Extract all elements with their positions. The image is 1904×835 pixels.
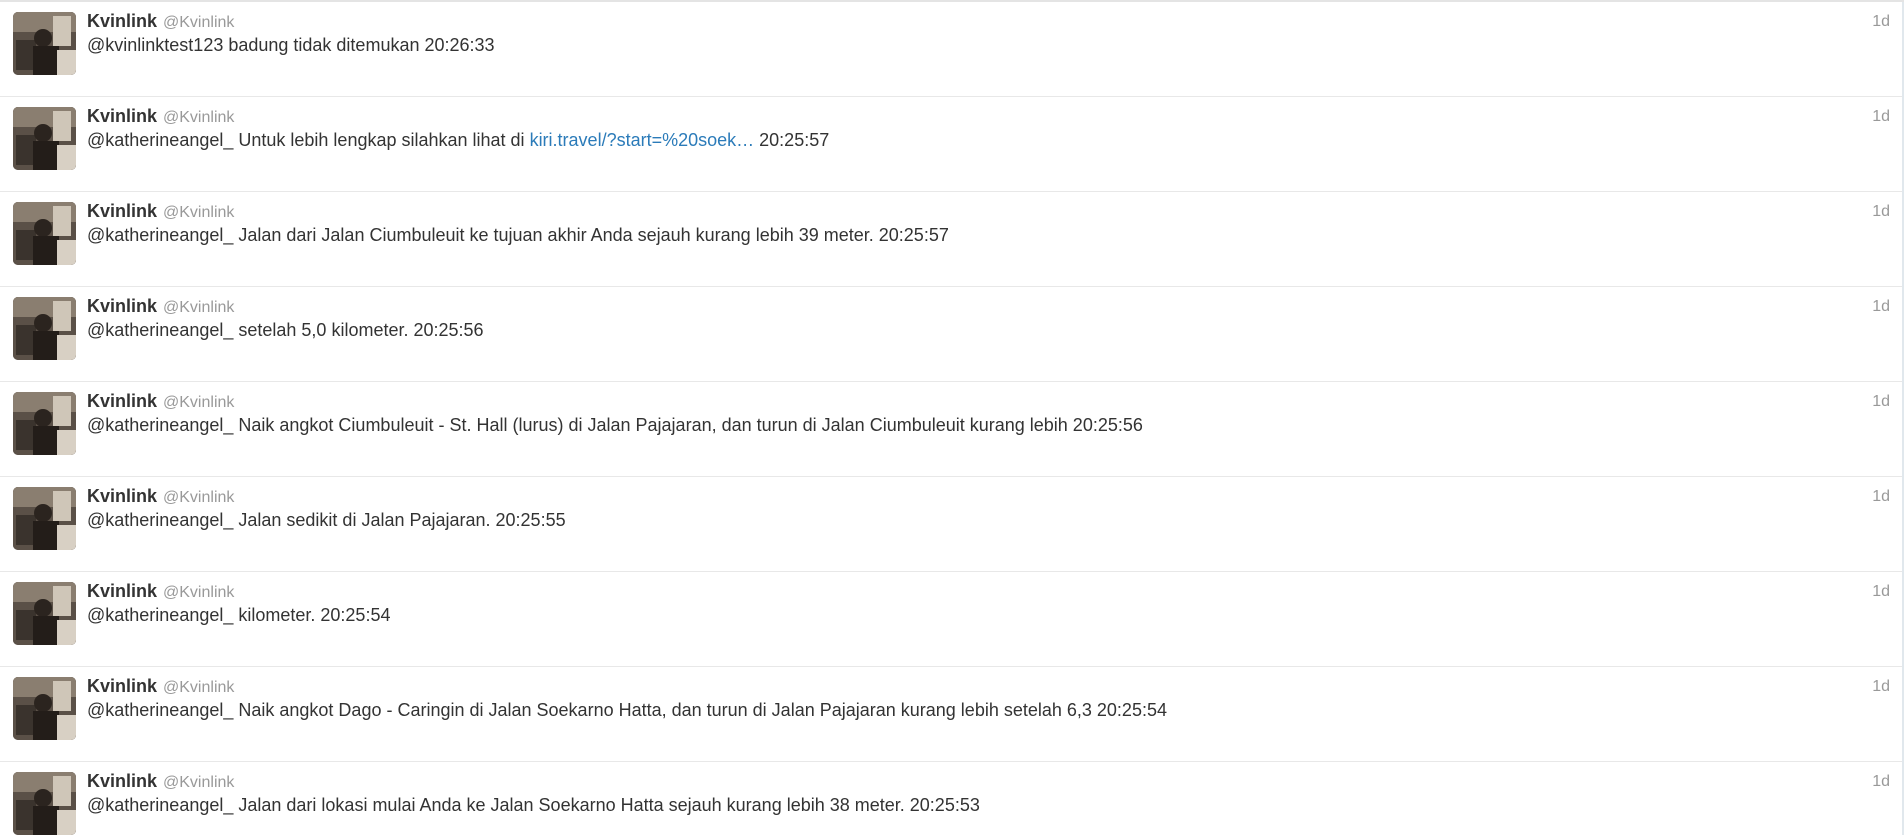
tweet-item[interactable]: Kvinlink @Kvinlink @katherineangel_ kilo… (0, 572, 1904, 667)
tweet-text: @kvinlinktest123 badung tidak ditemukan … (87, 34, 1884, 57)
tweet-content: Kvinlink @Kvinlink @katherineangel_ Jala… (87, 486, 1884, 532)
tweet-content: Kvinlink @Kvinlink @katherineangel_ Jala… (87, 771, 1884, 817)
tweet-header: Kvinlink @Kvinlink (87, 11, 1884, 33)
avatar[interactable] (13, 582, 76, 645)
tweet-text-part: @katherineangel_ kilometer. 20:25:54 (87, 605, 391, 625)
avatar[interactable] (13, 772, 76, 835)
tweet-header: Kvinlink @Kvinlink (87, 106, 1884, 128)
avatar[interactable] (13, 677, 76, 740)
tweet-text: @katherineangel_ Naik angkot Ciumbuleuit… (87, 414, 1884, 437)
tweet-timestamp[interactable]: 1d (1872, 203, 1890, 221)
tweet-timestamp[interactable]: 1d (1872, 13, 1890, 31)
tweet-text-part: 20:25:57 (754, 130, 830, 150)
tweet-header: Kvinlink @Kvinlink (87, 676, 1884, 698)
author-name[interactable]: Kvinlink (87, 296, 157, 317)
tweet-text: @katherineangel_ Jalan dari lokasi mulai… (87, 794, 1884, 817)
tweet-text-part: @katherineangel_ setelah 5,0 kilometer. … (87, 320, 484, 340)
tweet-item[interactable]: Kvinlink @Kvinlink @katherineangel_ Jala… (0, 762, 1904, 835)
tweet-text: @katherineangel_ Jalan sedikit di Jalan … (87, 509, 1884, 532)
author-handle[interactable]: @Kvinlink (163, 679, 234, 697)
author-name[interactable]: Kvinlink (87, 201, 157, 222)
tweet-text-part: @katherineangel_ Naik angkot Dago - Cari… (87, 700, 1167, 720)
tweet-item[interactable]: Kvinlink @Kvinlink @katherineangel_ Naik… (0, 382, 1904, 477)
tweet-header: Kvinlink @Kvinlink (87, 391, 1884, 413)
avatar[interactable] (13, 12, 76, 75)
author-handle[interactable]: @Kvinlink (163, 489, 234, 507)
author-handle[interactable]: @Kvinlink (163, 299, 234, 317)
tweet-timestamp[interactable]: 1d (1872, 393, 1890, 411)
tweet-item[interactable]: Kvinlink @Kvinlink @kvinlinktest123 badu… (0, 2, 1904, 97)
tweet-text-part: @katherineangel_ Jalan dari lokasi mulai… (87, 795, 980, 815)
author-handle[interactable]: @Kvinlink (163, 394, 234, 412)
tweet-content: Kvinlink @Kvinlink @katherineangel_ kilo… (87, 581, 1884, 627)
tweet-item[interactable]: Kvinlink @Kvinlink @katherineangel_ Jala… (0, 477, 1904, 572)
tweet-item[interactable]: Kvinlink @Kvinlink @katherineangel_ Naik… (0, 667, 1904, 762)
author-name[interactable]: Kvinlink (87, 106, 157, 127)
tweet-timestamp[interactable]: 1d (1872, 583, 1890, 601)
author-handle[interactable]: @Kvinlink (163, 204, 234, 222)
tweet-timestamp[interactable]: 1d (1872, 773, 1890, 791)
avatar[interactable] (13, 392, 76, 455)
tweet-text-part: @kvinlinktest123 badung tidak ditemukan … (87, 35, 495, 55)
tweet-content: Kvinlink @Kvinlink @katherineangel_ Naik… (87, 676, 1884, 722)
author-handle[interactable]: @Kvinlink (163, 14, 234, 32)
tweet-header: Kvinlink @Kvinlink (87, 771, 1884, 793)
avatar[interactable] (13, 297, 76, 360)
tweet-text: @katherineangel_ kilometer. 20:25:54 (87, 604, 1884, 627)
avatar[interactable] (13, 487, 76, 550)
tweet-text-part: @katherineangel_ Jalan sedikit di Jalan … (87, 510, 566, 530)
tweet-timestamp[interactable]: 1d (1872, 678, 1890, 696)
tweet-timestamp[interactable]: 1d (1872, 298, 1890, 316)
tweet-content: Kvinlink @Kvinlink @kvinlinktest123 badu… (87, 11, 1884, 57)
tweet-text: @katherineangel_ Jalan dari Jalan Ciumbu… (87, 224, 1884, 247)
tweet-link[interactable]: kiri.travel/?start=%20soek… (530, 130, 755, 150)
tweet-content: Kvinlink @Kvinlink @katherineangel_ Naik… (87, 391, 1884, 437)
tweet-timestamp[interactable]: 1d (1872, 488, 1890, 506)
author-name[interactable]: Kvinlink (87, 771, 157, 792)
author-handle[interactable]: @Kvinlink (163, 584, 234, 602)
author-name[interactable]: Kvinlink (87, 486, 157, 507)
tweet-item[interactable]: Kvinlink @Kvinlink @katherineangel_ Untu… (0, 97, 1904, 192)
tweet-text-part: @katherineangel_ Naik angkot Ciumbuleuit… (87, 415, 1143, 435)
tweet-header: Kvinlink @Kvinlink (87, 581, 1884, 603)
tweet-timestamp[interactable]: 1d (1872, 108, 1890, 126)
author-name[interactable]: Kvinlink (87, 676, 157, 697)
tweet-text-part: @katherineangel_ Jalan dari Jalan Ciumbu… (87, 225, 949, 245)
tweet-item[interactable]: Kvinlink @Kvinlink @katherineangel_ sete… (0, 287, 1904, 382)
tweet-header: Kvinlink @Kvinlink (87, 296, 1884, 318)
author-handle[interactable]: @Kvinlink (163, 109, 234, 127)
tweet-content: Kvinlink @Kvinlink @katherineangel_ sete… (87, 296, 1884, 342)
author-handle[interactable]: @Kvinlink (163, 774, 234, 792)
tweet-text: @katherineangel_ setelah 5,0 kilometer. … (87, 319, 1884, 342)
tweet-stream: Kvinlink @Kvinlink @kvinlinktest123 badu… (0, 0, 1904, 835)
tweet-text-part: @katherineangel_ Untuk lebih lengkap sil… (87, 130, 530, 150)
tweet-header: Kvinlink @Kvinlink (87, 486, 1884, 508)
tweet-text: @katherineangel_ Naik angkot Dago - Cari… (87, 699, 1884, 722)
author-name[interactable]: Kvinlink (87, 11, 157, 32)
tweet-content: Kvinlink @Kvinlink @katherineangel_ Jala… (87, 201, 1884, 247)
avatar[interactable] (13, 202, 76, 265)
avatar[interactable] (13, 107, 76, 170)
author-name[interactable]: Kvinlink (87, 391, 157, 412)
tweet-text: @katherineangel_ Untuk lebih lengkap sil… (87, 129, 1884, 152)
tweet-header: Kvinlink @Kvinlink (87, 201, 1884, 223)
author-name[interactable]: Kvinlink (87, 581, 157, 602)
tweet-content: Kvinlink @Kvinlink @katherineangel_ Untu… (87, 106, 1884, 152)
tweet-item[interactable]: Kvinlink @Kvinlink @katherineangel_ Jala… (0, 192, 1904, 287)
